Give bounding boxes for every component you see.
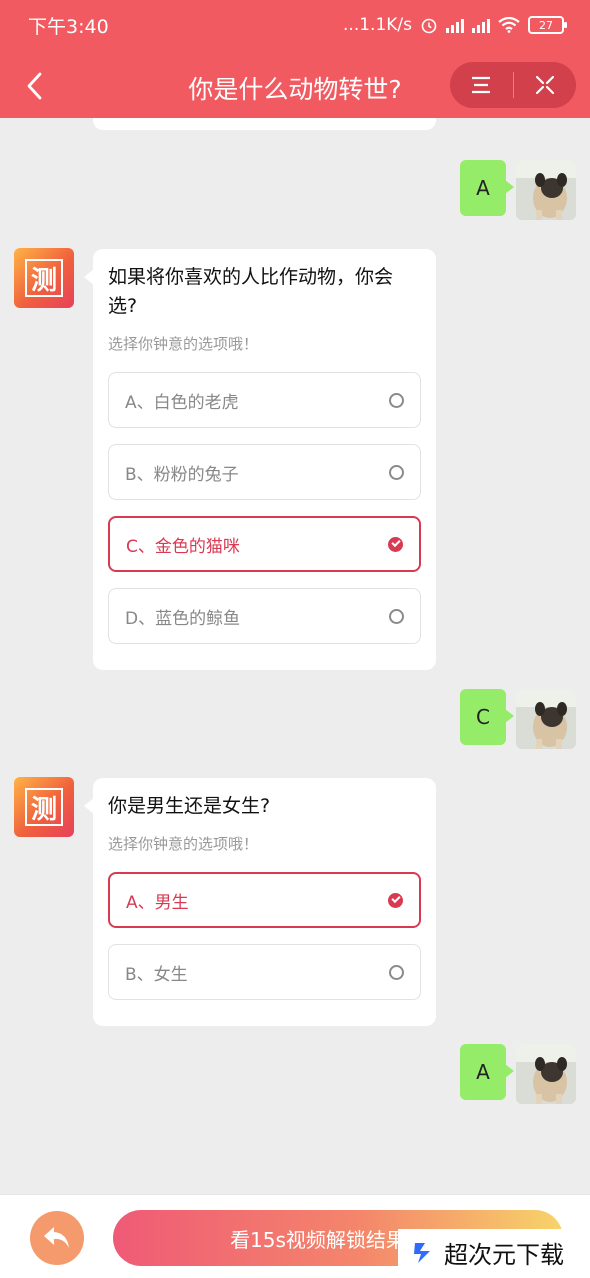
option-label: D、蓝色的鲸鱼 [125, 608, 241, 629]
unlock-label: 看15s视频解锁结果 [230, 1227, 406, 1252]
pug-avatar-icon [516, 160, 576, 220]
avatar[interactable] [516, 1044, 576, 1104]
option-label: C、金色的猫咪 [126, 536, 240, 557]
menu-icon [472, 76, 491, 94]
question-card: 你是男生还是女生? 选择你钟意的选项哦！ A、男生 B、女生 [84, 778, 436, 1026]
back-reply-button[interactable] [30, 1211, 84, 1265]
user-answer: A [476, 1060, 490, 1084]
network-speed: ...1.1K/s [343, 15, 412, 35]
bot-avatar: 测 [14, 777, 74, 837]
user-bubble: A [460, 160, 514, 216]
watermark-logo-icon [414, 1243, 430, 1263]
radio-icon [389, 392, 404, 408]
question-card: 如果将你喜欢的人比作动物，你会选? 选择你钟意的选项哦！ A、白色的老虎 B、粉… [84, 249, 436, 670]
radio-icon [389, 464, 404, 480]
bot-avatar-char: 测 [25, 788, 63, 826]
question-text: 你是男生还是女生? [108, 795, 271, 817]
menu-button[interactable] [450, 62, 513, 108]
close-button[interactable] [514, 62, 577, 108]
pug-avatar-icon [516, 689, 576, 749]
option-a[interactable]: A、男生 [108, 872, 421, 928]
user-answer: C [476, 705, 490, 729]
alarm-icon [421, 18, 437, 34]
pug-avatar-icon [516, 1044, 576, 1104]
user-message: A [460, 160, 576, 220]
option-b[interactable]: B、女生 [108, 944, 421, 1000]
option-a[interactable]: A、白色的老虎 [108, 372, 421, 428]
option-label: A、白色的老虎 [125, 392, 239, 413]
status-time: 下午3:40 [28, 15, 109, 38]
mini-program-capsule [450, 62, 576, 108]
user-bubble: C [460, 689, 514, 745]
battery-icon: 27 [528, 16, 567, 34]
close-target-icon [535, 75, 554, 95]
bottom-bar: 看15s视频解锁结果 超次元下载 [0, 1194, 590, 1278]
question-hint: 选择你钟意的选项哦！ [108, 835, 259, 853]
battery-level: 27 [539, 18, 553, 32]
option-b[interactable]: B、粉粉的兔子 [108, 444, 421, 500]
watermark-text: 超次元下载 [444, 1240, 564, 1269]
radio-icon [389, 608, 404, 624]
signal-icon-2 [472, 17, 490, 33]
option-label: B、粉粉的兔子 [125, 464, 239, 485]
bot-avatar: 测 [14, 248, 74, 308]
question-text: 如果将你喜欢的人比作动物，你会选? [108, 266, 394, 317]
option-label: A、男生 [126, 892, 189, 913]
status-bar: 下午3:40 ...1.1K/s 27 [0, 0, 590, 50]
user-bubble: A [460, 1044, 514, 1100]
radio-checked-icon [388, 892, 403, 908]
option-c[interactable]: C、金色的猫咪 [108, 516, 421, 572]
option-label: B、女生 [125, 964, 188, 985]
signal-icon [446, 17, 464, 33]
user-message: C [460, 689, 576, 749]
question-hint: 选择你钟意的选项哦！ [108, 335, 259, 353]
previous-card-edge [93, 118, 436, 130]
user-message: A [460, 1044, 576, 1104]
radio-checked-icon [388, 536, 403, 552]
nav-bar: 你是什么动物转世? [0, 56, 590, 116]
option-d[interactable]: D、蓝色的鲸鱼 [108, 588, 421, 644]
bot-avatar-char: 测 [25, 259, 63, 297]
avatar[interactable] [516, 160, 576, 220]
watermark: 超次元下载 [398, 1229, 576, 1275]
radio-icon [389, 964, 404, 980]
app-header: 下午3:40 ...1.1K/s 27 你是什么动物转世? [0, 0, 590, 118]
status-icons: ...1.1K/s 27 [343, 15, 567, 35]
avatar[interactable] [516, 689, 576, 749]
reply-arrow-icon [44, 1227, 69, 1248]
chat-area[interactable]: A 测 如果将你喜欢的人比作动物，你会选? 选择你钟意的选项哦！ A、白色的老虎… [0, 118, 590, 1194]
wifi-icon [498, 17, 520, 33]
user-answer: A [476, 176, 490, 200]
